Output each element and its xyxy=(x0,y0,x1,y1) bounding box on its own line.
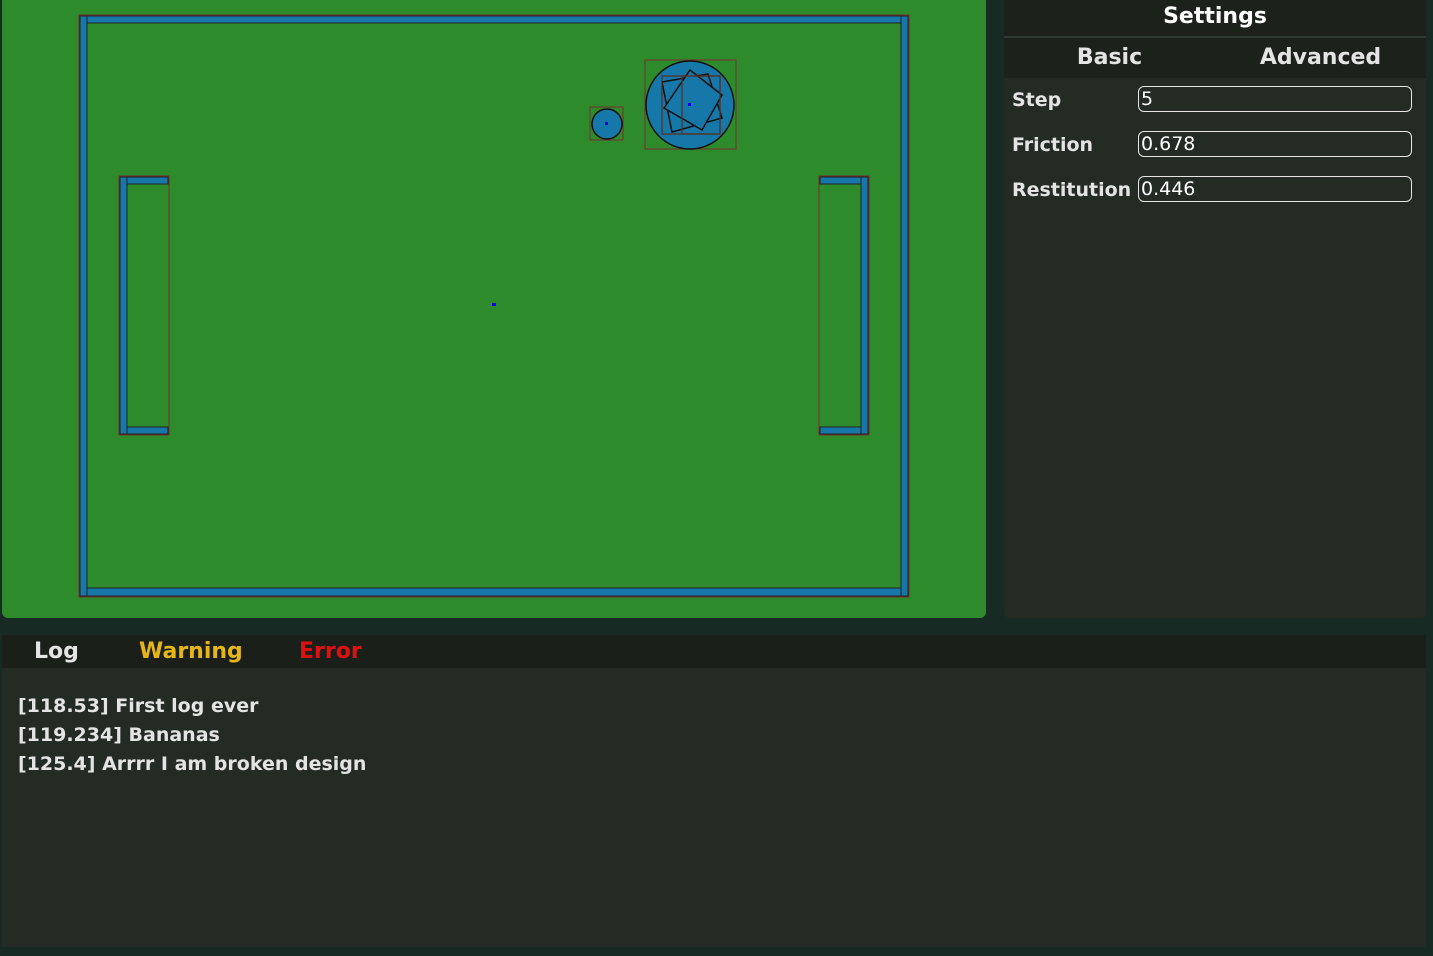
settings-title: Settings xyxy=(1004,0,1426,38)
small-ball[interactable] xyxy=(589,106,624,141)
right-goal-back xyxy=(860,176,869,435)
restitution-input[interactable] xyxy=(1138,176,1412,202)
restitution-label: Restitution xyxy=(1012,179,1132,201)
left-goal-back xyxy=(119,176,128,435)
log-line: [125.4] Arrrr I am broken design xyxy=(18,753,367,775)
tab-basic[interactable]: Basic xyxy=(1004,38,1215,78)
settings-panel: Settings Basic Advanced Step Friction Re… xyxy=(1004,0,1426,618)
settings-tabs: Basic Advanced xyxy=(1004,38,1426,78)
log-line: [118.53] First log ever xyxy=(18,695,259,717)
compound-body[interactable] xyxy=(644,59,737,150)
tab-warning[interactable]: Warning xyxy=(139,635,243,668)
console-log-list: [118.53] First log ever [119.234] Banana… xyxy=(18,692,366,779)
step-input[interactable] xyxy=(1138,86,1412,112)
right-wall xyxy=(900,15,909,597)
compound-body-center xyxy=(688,103,691,106)
console-tabs: Log Warning Error xyxy=(2,635,1426,668)
tab-advanced[interactable]: Advanced xyxy=(1215,38,1426,78)
restitution-field-row: Restitution xyxy=(1004,168,1426,213)
console-panel: Log Warning Error [118.53] First log eve… xyxy=(2,635,1426,947)
friction-field-row: Friction xyxy=(1004,123,1426,168)
step-label: Step xyxy=(1012,89,1062,111)
tab-log[interactable]: Log xyxy=(34,635,79,668)
log-line: [119.234] Bananas xyxy=(18,724,220,746)
left-wall xyxy=(79,15,88,597)
top-wall xyxy=(79,15,909,24)
right-goal xyxy=(818,175,870,436)
friction-label: Friction xyxy=(1012,134,1094,156)
app-root: Settings Basic Advanced Step Friction Re… xyxy=(0,0,1433,956)
tab-error[interactable]: Error xyxy=(299,635,362,668)
small-ball-center xyxy=(605,122,608,125)
bottom-wall xyxy=(79,587,909,597)
physics-canvas[interactable] xyxy=(2,0,986,618)
step-field-row: Step xyxy=(1004,78,1426,123)
left-goal xyxy=(118,175,170,436)
world-center-marker xyxy=(492,303,496,306)
physics-viewport[interactable] xyxy=(2,0,986,618)
friction-input[interactable] xyxy=(1138,131,1412,157)
